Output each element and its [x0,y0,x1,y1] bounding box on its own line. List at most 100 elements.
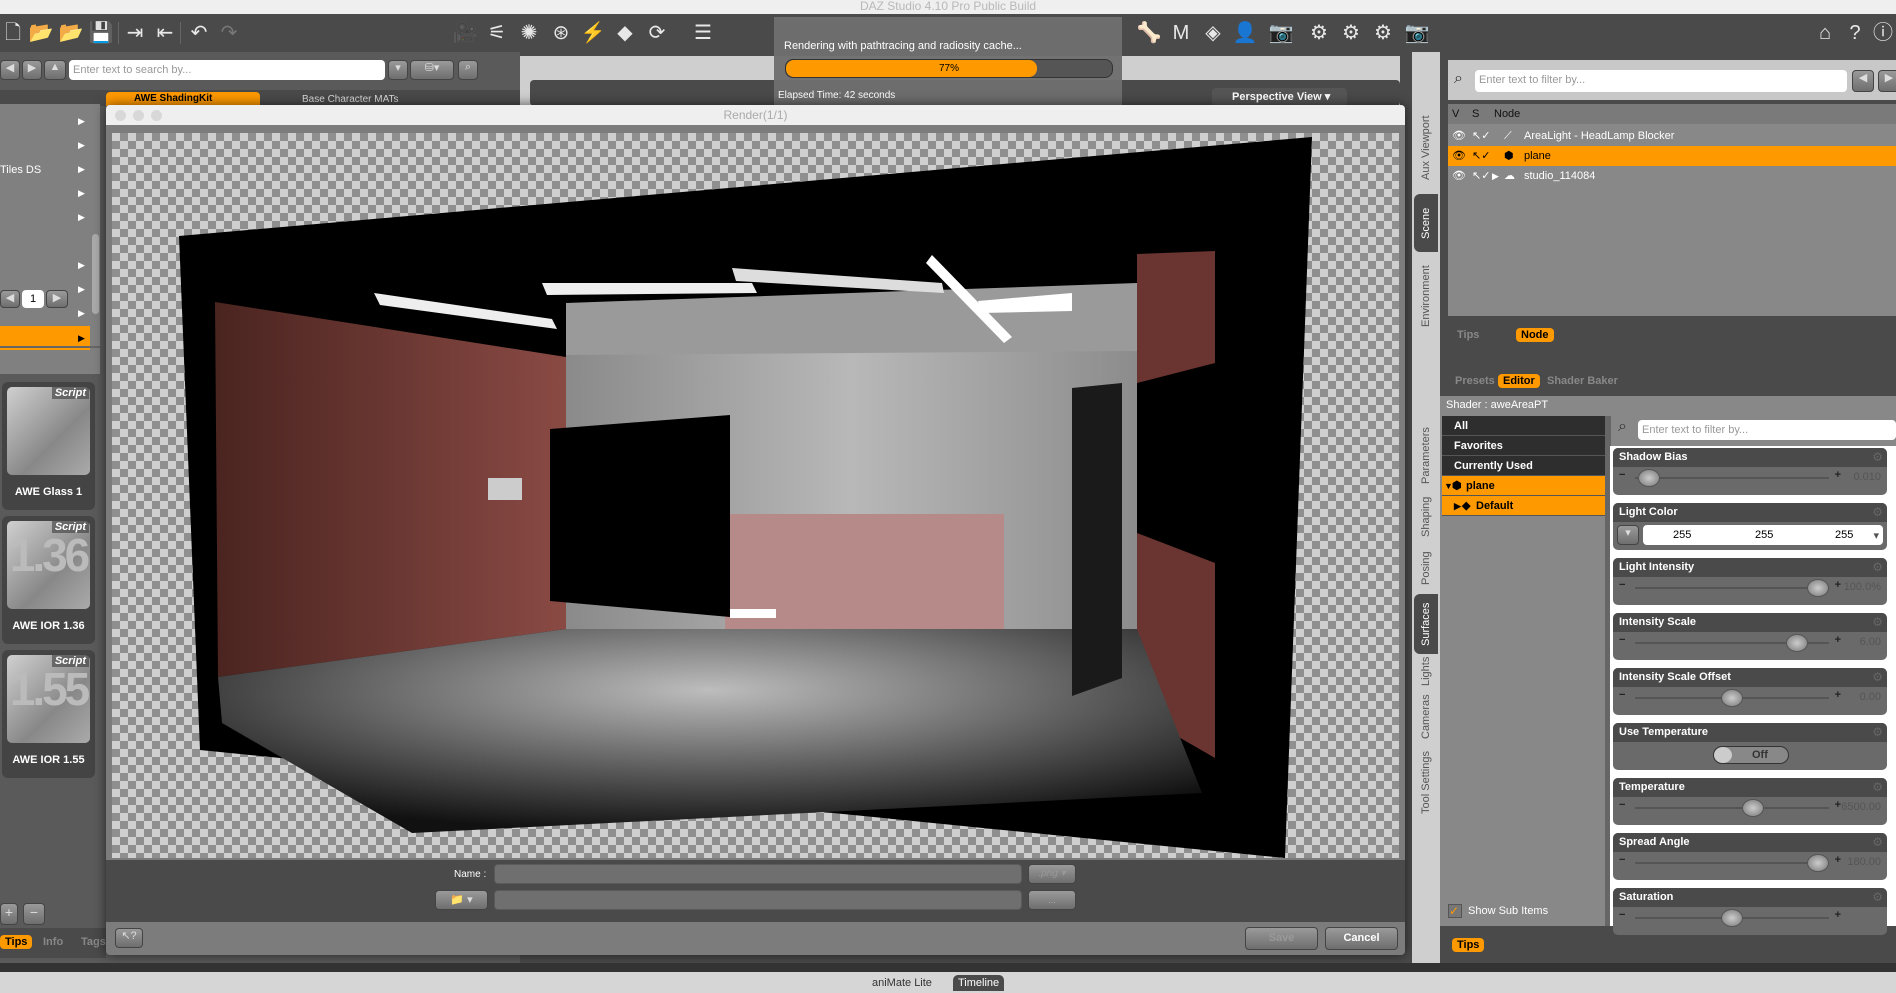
slider-handle[interactable] [1721,689,1743,707]
scrollbar[interactable] [92,234,99,314]
slider-handle[interactable] [1721,909,1743,927]
slider-track[interactable] [1635,477,1829,479]
property-intensity-scale-offset[interactable]: Intensity Scale Offset ⚙ − +0.00 [1613,668,1887,715]
tab-tool-settings[interactable]: Tool Settings [1414,748,1438,818]
slider-track[interactable] [1635,807,1829,809]
cancel-button[interactable]: Cancel [1325,927,1398,950]
scene-row[interactable]: 👁 ↖✓ ▶ ☁ studio_114084 [1448,166,1896,186]
increment-button[interactable]: + [1835,634,1841,646]
save-icon[interactable]: 💾 [88,20,114,46]
tab-animate-lite[interactable]: aniMate Lite [872,977,932,989]
search-icon[interactable]: ⌕ [458,60,478,80]
path-input[interactable] [494,890,1022,910]
select-cursor-icon[interactable]: ↖✓ [1472,166,1490,186]
close-button[interactable] [115,110,126,121]
property-value[interactable]: 100.0% [1844,581,1881,593]
increment-button[interactable]: + [1835,799,1841,811]
group-default[interactable]: ▶ ◆ Default [1442,496,1605,516]
up-button[interactable]: ▲ [44,60,66,80]
distant-light-icon[interactable]: ⊛ [548,20,574,46]
tab-cameras[interactable]: Cameras [1414,692,1438,742]
tab-tips[interactable]: Tips [1452,938,1485,952]
gear-icon[interactable]: ⚙ [1872,890,1883,904]
property-shadow-bias[interactable]: Shadow Bias ⚙ − +0.010 [1613,448,1887,495]
whats-this-button[interactable]: ↖? [115,928,143,948]
light-icon[interactable]: ⚡ [580,20,606,46]
point-light-icon[interactable]: ✺ [516,20,542,46]
increment-button[interactable]: + [1835,469,1841,481]
content-card[interactable]: 1.36 Script AWE IOR 1.36 [2,516,95,644]
export-icon[interactable]: ⇤ [152,20,178,46]
zoom-button[interactable] [151,110,162,121]
tab-base-character-mats[interactable]: Base Character MATs [278,94,399,105]
filter-dropdown[interactable]: ▾ [388,60,408,80]
remove-button[interactable]: − [23,903,45,925]
gear-icon[interactable]: ⚙ [1872,560,1883,574]
forward-button[interactable]: ▶ [22,60,42,80]
joint-editor-icon[interactable]: 🦴 [1136,20,1162,46]
toggle-switch[interactable]: Off [1713,746,1789,764]
tab-aux-viewport[interactable]: Aux Viewport [1414,107,1438,189]
gear-icon[interactable]: ⚙ [1872,670,1883,684]
page-next-button[interactable]: ▶ [46,290,68,308]
daz-home-icon[interactable]: ⌂ [1812,20,1838,46]
undo-icon[interactable]: ↶ [186,20,212,46]
slider-handle[interactable] [1807,579,1829,597]
scene-filter-input[interactable]: Enter text to filter by... [1475,70,1847,92]
list-item[interactable]: Tiles DS [0,164,41,176]
filter-search-icon[interactable]: ⌕ [1454,70,1463,88]
whats-this-icon[interactable]: ? [1842,20,1868,46]
gear-icon[interactable]: ⚙ [1872,780,1883,794]
tab-tips[interactable]: Tips [1452,328,1484,342]
minimize-button[interactable] [133,110,144,121]
redo-icon[interactable]: ↷ [216,20,242,46]
increment-button[interactable]: + [1835,579,1841,591]
increment-button[interactable]: + [1835,689,1841,701]
property-search-icon[interactable]: ⌕ [1618,418,1627,436]
node-select-icon[interactable]: ⚙ [1306,20,1332,46]
name-input[interactable] [494,864,1022,884]
figure-icon[interactable]: 👤 [1232,20,1258,46]
gear-icon[interactable]: ⚙ [1872,450,1883,464]
group-all[interactable]: All [1442,416,1605,436]
col-visible[interactable]: V [1452,104,1459,124]
property-intensity-scale[interactable]: Intensity Scale ⚙ − +6.00 [1613,613,1887,660]
expand-arrow-icon[interactable]: ▶ [1454,496,1461,516]
increment-button[interactable]: + [1835,854,1841,866]
property-value[interactable]: 0.010 [1853,471,1881,483]
geometry-editor-icon[interactable]: ◈ [1200,20,1226,46]
property-value[interactable]: 0.00 [1860,691,1881,703]
slider-handle[interactable] [1786,634,1809,652]
eye-icon[interactable]: 👁 [1452,146,1466,166]
decrement-button[interactable]: − [1619,799,1625,811]
color-value-field[interactable]: 255 255 255 ▾ [1643,525,1883,545]
tab-node[interactable]: Node [1516,328,1554,342]
property-value[interactable]: 6.00 [1860,636,1881,648]
format-dropdown[interactable]: .png ▾ [1028,864,1076,884]
tab-lights[interactable]: Lights [1414,648,1438,694]
eye-icon[interactable]: 👁 [1452,166,1466,186]
morph-icon[interactable]: M [1168,20,1194,46]
select-cursor-icon[interactable]: ↖✓ [1472,146,1490,166]
property-light-intensity[interactable]: Light Intensity ⚙ − +100.0% [1613,558,1887,605]
tab-environment[interactable]: Environment [1414,256,1438,336]
expand-arrow-icon[interactable]: ▶ [1492,166,1499,186]
scene-row-selected[interactable]: 👁 ↖✓ ⬢ plane [1448,146,1896,166]
scene-prev-button[interactable]: ◀ [1852,70,1874,92]
property-light-color[interactable]: Light Color ⚙ ▾ 255 255 255 ▾ [1613,503,1887,550]
decrement-button[interactable]: − [1619,579,1625,591]
page-number[interactable]: 1 [22,290,44,308]
slider-track[interactable] [1635,862,1829,864]
color-dropdown[interactable]: ▾ [1617,525,1639,545]
transform-icon[interactable]: ⟳ [644,20,670,46]
view-selector[interactable]: Perspective View ▾ [1212,88,1347,106]
tab-tips[interactable]: Tips [0,935,33,949]
database-icon[interactable]: ⛁▾ [410,60,454,80]
gear-icon[interactable]: ⚙ [1872,725,1883,739]
align-icon[interactable]: ☰ [690,20,716,46]
tab-parameters[interactable]: Parameters [1414,424,1438,488]
help-icon[interactable]: ⓘ [1870,20,1896,46]
spotlight-icon[interactable]: ⚟ [484,20,510,46]
tab-presets[interactable]: Presets [1450,374,1500,388]
property-temperature[interactable]: Temperature ⚙ − +6500.00 [1613,778,1887,825]
